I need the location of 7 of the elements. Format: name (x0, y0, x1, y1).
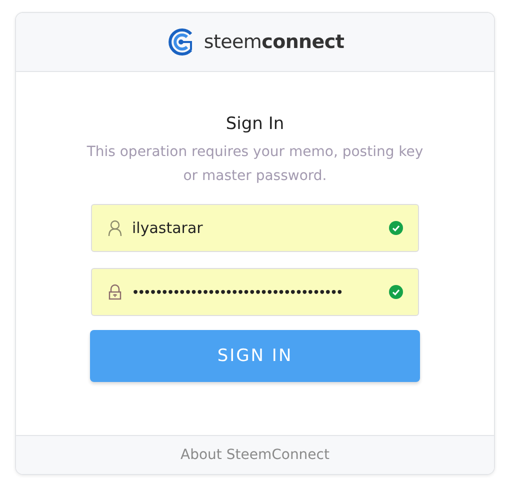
brand-name: steemconnect (204, 31, 344, 53)
username-field[interactable]: ilyastarar (91, 204, 419, 252)
form-title: Sign In (226, 114, 284, 134)
user-icon (108, 220, 122, 236)
lock-icon (108, 284, 122, 300)
form-subtitle: This operation requires your memo, posting key or master password. (86, 143, 424, 186)
password-field[interactable]: •••••••••••••••••••••••••••••••••••• (91, 268, 419, 316)
